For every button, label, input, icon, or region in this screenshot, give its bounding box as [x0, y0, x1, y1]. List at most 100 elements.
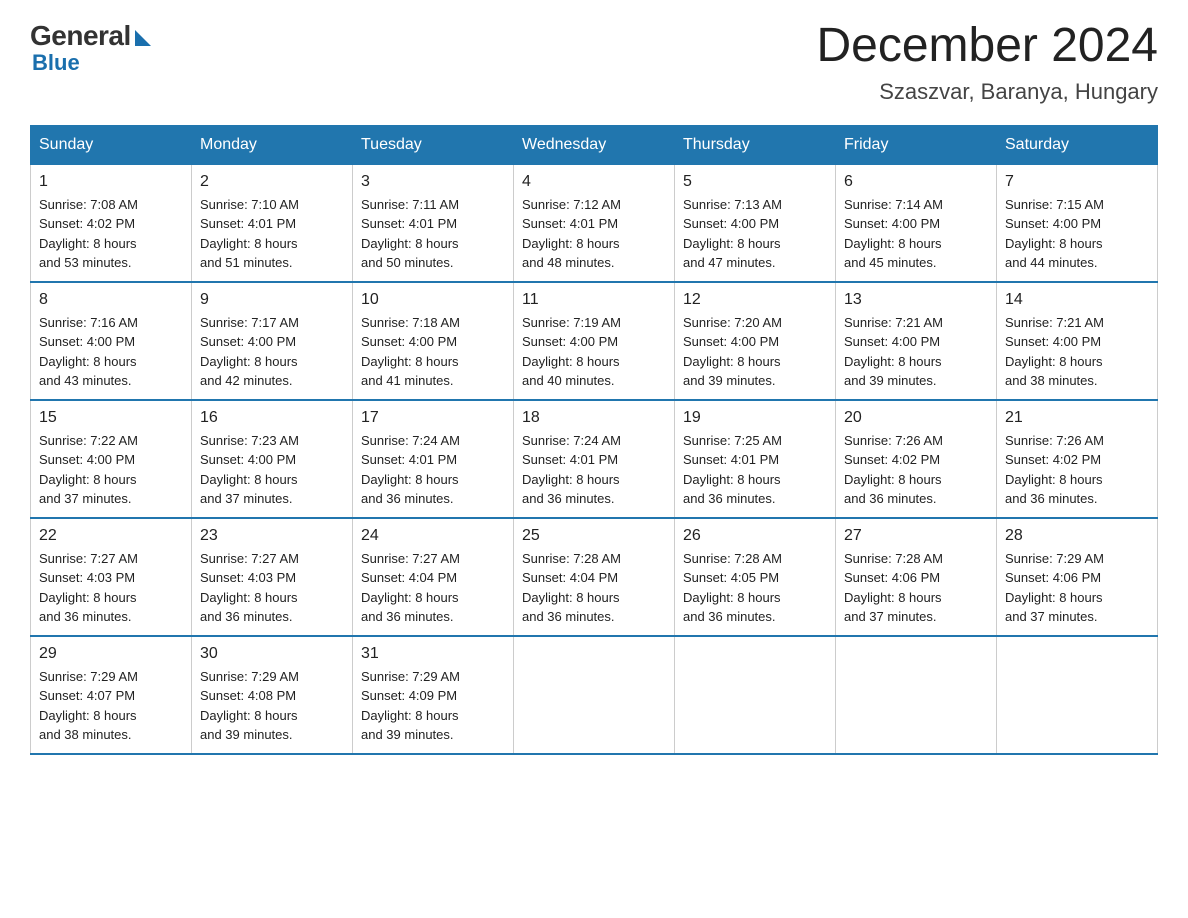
calendar-table: SundayMondayTuesdayWednesdayThursdayFrid…	[30, 125, 1158, 755]
calendar-cell: 10Sunrise: 7:18 AMSunset: 4:00 PMDayligh…	[353, 282, 514, 400]
calendar-cell	[675, 636, 836, 754]
day-info: Sunrise: 7:20 AMSunset: 4:00 PMDaylight:…	[683, 313, 827, 391]
calendar-cell: 20 Sunrise: 7:26 AMSunset: 4:02 PMDayligh…	[836, 400, 997, 518]
day-info: Sunrise: 7:22 AMSunset: 4:00 PMDaylight:…	[39, 431, 183, 509]
calendar-cell: 6 Sunrise: 7:14 AMSunset: 4:00 PMDaylight…	[836, 164, 997, 282]
calendar-cell: 24 Sunrise: 7:27 AMSunset: 4:04 PMDayligh…	[353, 518, 514, 636]
month-year-title: December 2024	[816, 20, 1158, 73]
day-info: Sunrise: 7:21 AMSunset: 4:00 PMDaylight:…	[1005, 313, 1149, 391]
day-number: 10	[361, 291, 505, 309]
header-saturday: Saturday	[997, 125, 1158, 164]
calendar-cell: 26 Sunrise: 7:28 AMSunset: 4:05 PMDayligh…	[675, 518, 836, 636]
day-number: 19	[683, 409, 827, 427]
logo-general-text: General	[30, 20, 131, 52]
calendar-cell: 27Sunrise: 7:28 AMSunset: 4:06 PMDayligh…	[836, 518, 997, 636]
location-subtitle: Szaszvar, Baranya, Hungary	[816, 79, 1158, 105]
day-number: 13	[844, 291, 988, 309]
day-number: 31	[361, 645, 505, 663]
day-info: Sunrise: 7:29 AMSunset: 4:06 PMDaylight:…	[1005, 549, 1149, 627]
day-info: Sunrise: 7:13 AMSunset: 4:00 PMDaylight:…	[683, 195, 827, 273]
calendar-cell: 18 Sunrise: 7:24 AMSunset: 4:01 PMDayligh…	[514, 400, 675, 518]
day-info: Sunrise: 7:17 AMSunset: 4:00 PMDaylight:…	[200, 313, 344, 391]
day-info: Sunrise: 7:14 AMSunset: 4:00 PMDaylight:…	[844, 195, 988, 273]
calendar-cell: 13 Sunrise: 7:21 AMSunset: 4:00 PMDayligh…	[836, 282, 997, 400]
day-number: 9	[200, 291, 344, 309]
calendar-cell: 31 Sunrise: 7:29 AMSunset: 4:09 PMDayligh…	[353, 636, 514, 754]
day-number: 24	[361, 527, 505, 545]
day-info: Sunrise: 7:26 AMSunset: 4:02 PMDaylight:…	[1005, 431, 1149, 509]
calendar-cell: 29 Sunrise: 7:29 AMSunset: 4:07 PMDayligh…	[31, 636, 192, 754]
day-number: 23	[200, 527, 344, 545]
day-info: Sunrise: 7:16 AMSunset: 4:00 PMDaylight:…	[39, 313, 183, 391]
calendar-cell: 9 Sunrise: 7:17 AMSunset: 4:00 PMDaylight…	[192, 282, 353, 400]
day-number: 11	[522, 291, 666, 309]
calendar-cell: 4Sunrise: 7:12 AMSunset: 4:01 PMDaylight…	[514, 164, 675, 282]
calendar-cell: 19Sunrise: 7:25 AMSunset: 4:01 PMDayligh…	[675, 400, 836, 518]
day-number: 22	[39, 527, 183, 545]
calendar-week-row: 22 Sunrise: 7:27 AMSunset: 4:03 PMDayligh…	[31, 518, 1158, 636]
calendar-cell: 28 Sunrise: 7:29 AMSunset: 4:06 PMDayligh…	[997, 518, 1158, 636]
calendar-week-row: 29 Sunrise: 7:29 AMSunset: 4:07 PMDayligh…	[31, 636, 1158, 754]
day-number: 6	[844, 173, 988, 191]
day-number: 12	[683, 291, 827, 309]
day-number: 1	[39, 173, 183, 191]
day-number: 29	[39, 645, 183, 663]
calendar-cell: 30 Sunrise: 7:29 AMSunset: 4:08 PMDayligh…	[192, 636, 353, 754]
calendar-cell: 15 Sunrise: 7:22 AMSunset: 4:00 PMDayligh…	[31, 400, 192, 518]
header-thursday: Thursday	[675, 125, 836, 164]
day-info: Sunrise: 7:12 AMSunset: 4:01 PMDaylight:…	[522, 195, 666, 273]
calendar-cell: 11 Sunrise: 7:19 AMSunset: 4:00 PMDayligh…	[514, 282, 675, 400]
header-tuesday: Tuesday	[353, 125, 514, 164]
header-monday: Monday	[192, 125, 353, 164]
day-info: Sunrise: 7:10 AMSunset: 4:01 PMDaylight:…	[200, 195, 344, 273]
day-number: 18	[522, 409, 666, 427]
calendar-cell	[514, 636, 675, 754]
logo-blue-text: Blue	[32, 50, 80, 76]
calendar-header-row: SundayMondayTuesdayWednesdayThursdayFrid…	[31, 125, 1158, 164]
calendar-cell	[997, 636, 1158, 754]
logo-arrow-icon	[135, 30, 151, 46]
day-number: 28	[1005, 527, 1149, 545]
day-number: 21	[1005, 409, 1149, 427]
calendar-cell: 5Sunrise: 7:13 AMSunset: 4:00 PMDaylight…	[675, 164, 836, 282]
day-info: Sunrise: 7:19 AMSunset: 4:00 PMDaylight:…	[522, 313, 666, 391]
day-info: Sunrise: 7:28 AMSunset: 4:05 PMDaylight:…	[683, 549, 827, 627]
day-number: 17	[361, 409, 505, 427]
day-info: Sunrise: 7:28 AMSunset: 4:06 PMDaylight:…	[844, 549, 988, 627]
calendar-cell: 8 Sunrise: 7:16 AMSunset: 4:00 PMDaylight…	[31, 282, 192, 400]
day-number: 20	[844, 409, 988, 427]
day-number: 30	[200, 645, 344, 663]
calendar-cell: 23 Sunrise: 7:27 AMSunset: 4:03 PMDayligh…	[192, 518, 353, 636]
day-info: Sunrise: 7:27 AMSunset: 4:03 PMDaylight:…	[200, 549, 344, 627]
day-info: Sunrise: 7:29 AMSunset: 4:09 PMDaylight:…	[361, 667, 505, 745]
day-number: 3	[361, 173, 505, 191]
day-number: 15	[39, 409, 183, 427]
day-number: 14	[1005, 291, 1149, 309]
calendar-cell: 12 Sunrise: 7:20 AMSunset: 4:00 PMDayligh…	[675, 282, 836, 400]
day-info: Sunrise: 7:27 AMSunset: 4:04 PMDaylight:…	[361, 549, 505, 627]
day-info: Sunrise: 7:29 AMSunset: 4:07 PMDaylight:…	[39, 667, 183, 745]
calendar-cell: 3Sunrise: 7:11 AMSunset: 4:01 PMDaylight…	[353, 164, 514, 282]
calendar-week-row: 1Sunrise: 7:08 AMSunset: 4:02 PMDaylight…	[31, 164, 1158, 282]
day-info: Sunrise: 7:24 AMSunset: 4:01 PMDaylight:…	[522, 431, 666, 509]
day-info: Sunrise: 7:21 AMSunset: 4:00 PMDaylight:…	[844, 313, 988, 391]
day-number: 7	[1005, 173, 1149, 191]
title-block: December 2024 Szaszvar, Baranya, Hungary	[816, 20, 1158, 105]
calendar-cell: 25Sunrise: 7:28 AMSunset: 4:04 PMDayligh…	[514, 518, 675, 636]
calendar-cell: 17Sunrise: 7:24 AMSunset: 4:01 PMDayligh…	[353, 400, 514, 518]
calendar-cell: 16Sunrise: 7:23 AMSunset: 4:00 PMDayligh…	[192, 400, 353, 518]
day-info: Sunrise: 7:29 AMSunset: 4:08 PMDaylight:…	[200, 667, 344, 745]
calendar-cell: 1Sunrise: 7:08 AMSunset: 4:02 PMDaylight…	[31, 164, 192, 282]
page-header: General Blue December 2024 Szaszvar, Bar…	[30, 20, 1158, 105]
day-info: Sunrise: 7:27 AMSunset: 4:03 PMDaylight:…	[39, 549, 183, 627]
day-info: Sunrise: 7:26 AMSunset: 4:02 PMDaylight:…	[844, 431, 988, 509]
day-info: Sunrise: 7:23 AMSunset: 4:00 PMDaylight:…	[200, 431, 344, 509]
day-number: 26	[683, 527, 827, 545]
calendar-cell: 14 Sunrise: 7:21 AMSunset: 4:00 PMDayligh…	[997, 282, 1158, 400]
calendar-cell: 22 Sunrise: 7:27 AMSunset: 4:03 PMDayligh…	[31, 518, 192, 636]
day-info: Sunrise: 7:15 AMSunset: 4:00 PMDaylight:…	[1005, 195, 1149, 273]
day-number: 25	[522, 527, 666, 545]
calendar-cell: 2Sunrise: 7:10 AMSunset: 4:01 PMDaylight…	[192, 164, 353, 282]
calendar-cell: 21 Sunrise: 7:26 AMSunset: 4:02 PMDayligh…	[997, 400, 1158, 518]
day-number: 8	[39, 291, 183, 309]
